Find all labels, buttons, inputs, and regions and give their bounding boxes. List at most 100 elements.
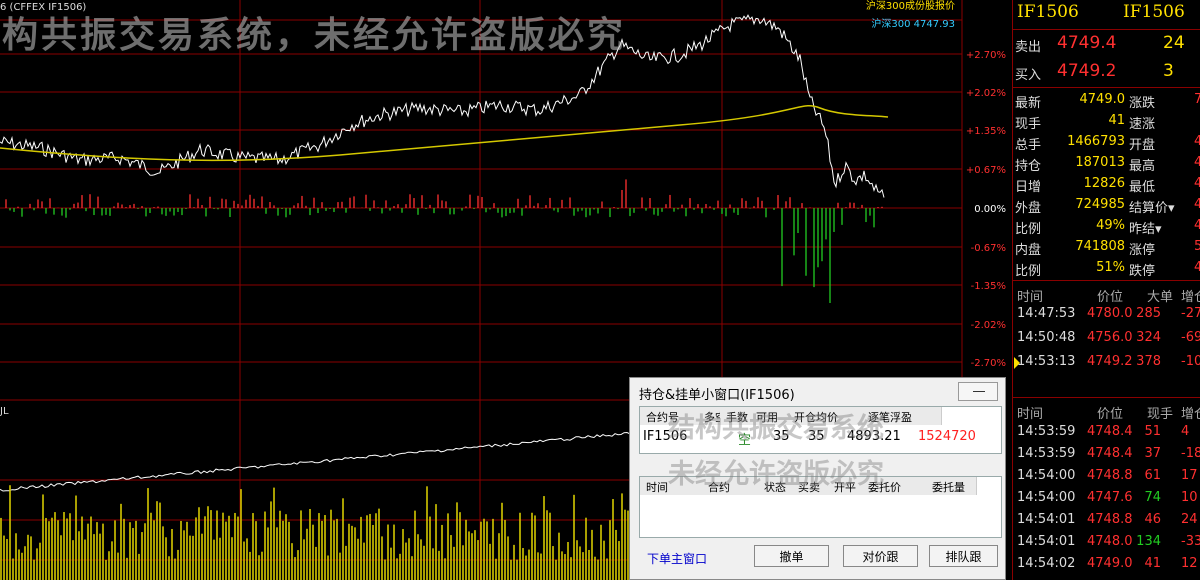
tick-volume: 37 (1144, 446, 1161, 461)
watermark-popup-1: 结构共振交易系统 (668, 413, 884, 444)
big-ticks-header: 时间 价位 大单 增仓 (1013, 284, 1200, 305)
tick-volume: 46 (1144, 512, 1161, 527)
ask-row[interactable]: 卖出 4749.4 24 (1013, 31, 1200, 57)
tick-price: 4748.8 (1087, 468, 1133, 483)
pos-pnl[interactable]: 1524720 (918, 429, 976, 444)
ticks-header: 时间 价位 现手 增仓 (1013, 401, 1200, 422)
col-chg: 增仓 (1181, 407, 1200, 422)
queue-order-button[interactable]: 排队跟 (929, 545, 998, 567)
stat-value: 1466793 (1067, 134, 1125, 149)
tick-price: 4748.4 (1087, 446, 1133, 461)
col-label: 委托量 (932, 481, 965, 494)
stat-label: 开盘 (1129, 138, 1156, 153)
tick-time: 14:54:01 (1017, 512, 1076, 527)
cancel-order-button[interactable]: 撤单 (754, 545, 829, 567)
tick-time: 14:53:59 (1017, 424, 1076, 439)
divider (1013, 87, 1200, 88)
col-time: 时间 (1017, 407, 1044, 422)
divider (1013, 29, 1200, 30)
stat-label: 内盘 (1015, 243, 1042, 258)
stat-label: 比例 (1015, 222, 1042, 237)
tick-change: -18 (1181, 446, 1200, 461)
tick-row: 14:53:59 4748.4 51 4 (1013, 422, 1200, 444)
tick-row: 14:53:59 4748.4 37 -18 (1013, 444, 1200, 466)
stat-value: 4749.0 (1079, 92, 1126, 107)
ask-price: 4749.4 (1057, 33, 1117, 53)
tick-price: 4747.6 (1087, 490, 1133, 505)
stat-value: 4 (1194, 260, 1200, 275)
stat-label: 持仓 (1015, 159, 1042, 174)
position-order-window[interactable]: 持仓&挂单小窗口(IF1506) 合约号 多空 手数 可用 开仓均价 逐笔浮盈 IF150… (629, 377, 1006, 580)
bid-label: 买入 (1015, 68, 1042, 83)
col-bigvol: 大单 (1147, 290, 1174, 305)
tick-price: 4748.0 (1087, 534, 1133, 549)
stat-value: 187013 (1075, 155, 1125, 170)
stat-value: 741808 (1075, 239, 1125, 254)
symbol-right: IF1506 (1123, 2, 1185, 22)
tick-volume: 41 (1144, 556, 1161, 571)
tick-row: 14:50:48 4756.0324 -69 (1013, 328, 1200, 350)
tick-row: 14:47:53 4780.0285 -27 (1013, 304, 1200, 326)
index-legend: 沪深300成份股报价 (866, 0, 955, 12)
col-price: 价位 (1097, 290, 1124, 305)
minimize-button[interactable] (958, 382, 998, 401)
col-label: 时间 (646, 481, 668, 494)
bid-row[interactable]: 买入 4749.2 3 (1013, 59, 1200, 85)
divider (1013, 397, 1200, 398)
tick-change: 4 (1181, 424, 1190, 439)
tick-time: 14:54:00 (1017, 468, 1076, 483)
stat-value: 12826 (1083, 176, 1125, 191)
pct-label: +0.67% (966, 165, 1006, 176)
stat-value: 4 (1194, 134, 1200, 149)
volume-label: JL (0, 406, 9, 417)
pct-label: +2.02% (966, 88, 1006, 99)
stat-row: 日增 12826 最低 4 (1013, 174, 1200, 195)
tick-change: 24 (1181, 512, 1198, 527)
tick-time: 14:54:02 (1017, 556, 1076, 571)
tick-change: 10 (1181, 490, 1198, 505)
tick-change: -27 (1181, 306, 1200, 321)
col-chg: 增仓 (1181, 290, 1200, 305)
stat-value: 5 (1194, 239, 1200, 254)
stat-row: 现手 41 速涨 (1013, 111, 1200, 132)
col-vol: 现手 (1147, 407, 1174, 422)
tick-change: 17 (1181, 468, 1198, 483)
bid-price: 4749.2 (1057, 61, 1117, 81)
tick-volume: 324 (1136, 330, 1161, 345)
stat-label: 结算价▾ (1129, 201, 1175, 216)
pct-label: -2.02% (971, 320, 1006, 331)
stat-label: 外盘 (1015, 201, 1042, 216)
tick-price: 4780.0 (1087, 306, 1133, 321)
stat-label: 昨结▾ (1129, 222, 1162, 237)
index-readout: 沪深300 4747.93 (871, 17, 955, 30)
main-order-window-link[interactable]: 下单主窗口 (647, 550, 707, 567)
stat-value: 4 (1194, 155, 1200, 170)
stat-value: 7.4 (1194, 92, 1200, 107)
tick-volume: 61 (1144, 468, 1161, 483)
tick-row: 14:54:00 4748.8 61 17 (1013, 466, 1200, 488)
stat-row: 比例 51% 跌停 4 (1013, 258, 1200, 279)
tick-row: 14:54:02 4749.0 41 12 (1013, 554, 1200, 576)
orders-col-header[interactable]: 委托量 (926, 477, 977, 495)
pct-label: +2.70% (966, 50, 1006, 61)
divider (1013, 280, 1200, 281)
pct-label: -0.67% (971, 243, 1006, 254)
open-interest-line (0, 431, 631, 492)
match-price-button[interactable]: 对价跟 (843, 545, 918, 567)
pct-label: +1.35% (966, 126, 1006, 137)
stat-label: 涨跌 (1129, 96, 1156, 111)
stat-row: 外盘 724985 结算价▾ 4 (1013, 195, 1200, 216)
stat-label: 最低 (1129, 180, 1156, 195)
stat-row: 持仓 187013 最高 4 (1013, 153, 1200, 174)
col-time: 时间 (1017, 290, 1044, 305)
tick-time: 14:53:59 (1017, 446, 1076, 461)
stat-label: 速涨 (1129, 117, 1156, 132)
stat-value: 4 (1194, 218, 1200, 233)
stat-row: 比例 49% 昨结▾ 4 (1013, 216, 1200, 237)
tick-time: 14:54:00 (1017, 490, 1076, 505)
tick-change: -33 (1181, 534, 1200, 549)
tick-price: 4756.0 (1087, 330, 1133, 345)
tick-time: 14:53:13 (1017, 354, 1076, 369)
stat-value: 51% (1096, 260, 1125, 275)
tick-volume: 51 (1144, 424, 1161, 439)
